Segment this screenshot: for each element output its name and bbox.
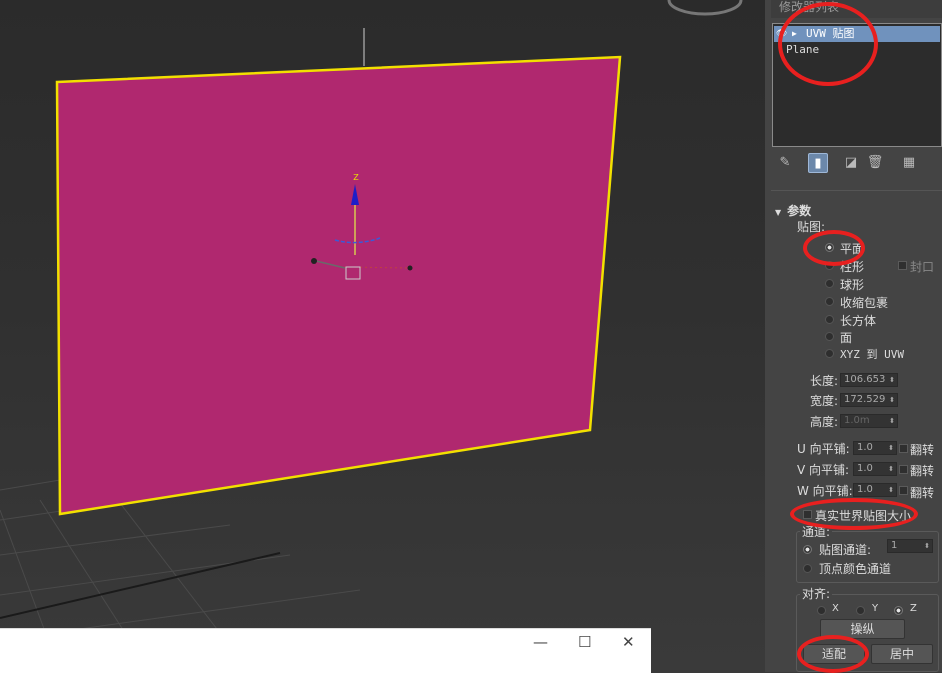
radio-align-z[interactable] bbox=[894, 606, 903, 615]
label-shrink-wrap: 收缩包裹 bbox=[840, 296, 889, 310]
v-flip-label: 翻转 bbox=[910, 464, 935, 478]
manipulate-button[interactable]: 操纵 bbox=[820, 619, 905, 639]
show-end-result-icon[interactable]: ▮ bbox=[808, 153, 828, 173]
width-value: 172.529 bbox=[844, 394, 886, 405]
w-tile-spinner[interactable]: 1.0 ⬍ bbox=[853, 483, 897, 497]
radio-align-y[interactable] bbox=[856, 606, 865, 615]
radio-cylindrical[interactable] bbox=[825, 261, 834, 270]
expand-arrow-icon[interactable]: ▶ bbox=[792, 26, 797, 42]
u-flip-label: 翻转 bbox=[910, 443, 935, 457]
label-spherical: 球形 bbox=[840, 278, 865, 292]
spinner-arrows-icon[interactable]: ⬍ bbox=[888, 484, 894, 496]
radio-spherical[interactable] bbox=[825, 279, 834, 288]
modify-panel: 修改器列表 👁 ▶ UVW 贴图 Plane ✎ ▮ ◪ 🗑 ▦ ▼ 参数 贴图:… bbox=[765, 0, 942, 672]
collapse-arrow-icon: ▼ bbox=[775, 208, 782, 217]
real-world-label: 真实世界贴图大小 bbox=[815, 509, 912, 523]
label-cap: 封口 bbox=[910, 260, 935, 274]
label-face: 面 bbox=[840, 331, 853, 345]
radio-planar[interactable] bbox=[825, 243, 834, 252]
radio-vertex-color-channel[interactable] bbox=[803, 564, 812, 573]
fit-button[interactable]: 适配 bbox=[803, 644, 865, 664]
width-label: 宽度: bbox=[810, 394, 839, 408]
w-flip-label: 翻转 bbox=[910, 486, 935, 500]
gizmo-z-label: Z bbox=[353, 173, 359, 182]
radio-align-x[interactable] bbox=[817, 606, 826, 615]
stack-item-label: Plane bbox=[786, 43, 820, 56]
w-tile-label: W 向平铺: bbox=[797, 484, 853, 498]
spinner-arrows-icon[interactable]: ⬍ bbox=[924, 540, 930, 552]
u-flip-checkbox[interactable] bbox=[899, 444, 908, 453]
radio-face[interactable] bbox=[825, 332, 834, 341]
make-unique-icon[interactable]: ◪ bbox=[841, 153, 861, 173]
configure-icon[interactable]: ▦ bbox=[899, 153, 919, 173]
map-channel-label: 贴图通道: bbox=[819, 543, 872, 557]
stack-item-plane[interactable]: Plane bbox=[774, 42, 940, 58]
view-cube-ring[interactable] bbox=[667, 0, 743, 16]
eye-icon[interactable]: 👁 bbox=[776, 26, 787, 42]
u-tile-value: 1.0 bbox=[857, 442, 873, 453]
label-planar: 平面 bbox=[840, 242, 865, 256]
center-button[interactable]: 居中 bbox=[871, 644, 933, 664]
minimize-icon[interactable]: — bbox=[533, 633, 548, 651]
height-spinner[interactable]: 1.0m ⬍ bbox=[840, 414, 898, 428]
alignment-group-title: 对齐: bbox=[800, 585, 833, 602]
v-tile-label: V 向平铺: bbox=[797, 463, 850, 477]
modifier-list-dropdown[interactable]: 修改器列表 bbox=[771, 0, 942, 18]
w-tile-value: 1.0 bbox=[857, 484, 873, 495]
spinner-arrows-icon[interactable]: ⬍ bbox=[888, 442, 894, 454]
length-label: 长度: bbox=[810, 374, 839, 388]
viewport-canvas[interactable]: Z bbox=[0, 0, 765, 672]
vertex-color-label: 顶点颜色通道 bbox=[819, 562, 892, 576]
radio-map-channel[interactable] bbox=[803, 545, 812, 554]
panel-divider bbox=[771, 190, 942, 191]
cap-checkbox[interactable] bbox=[898, 261, 907, 270]
radio-box[interactable] bbox=[825, 315, 834, 324]
stack-toolbar: ✎ ▮ ◪ 🗑 ▦ bbox=[771, 150, 942, 178]
spinner-arrows-icon[interactable]: ⬍ bbox=[889, 415, 895, 427]
label-cylindrical: 柱形 bbox=[840, 260, 865, 274]
align-y-label: Y bbox=[872, 603, 879, 614]
grid-axis-line bbox=[0, 552, 281, 619]
spinner-arrows-icon[interactable]: ⬍ bbox=[888, 463, 894, 475]
modifier-stack[interactable]: 👁 ▶ UVW 贴图 Plane bbox=[772, 23, 942, 147]
height-value: 1.0m bbox=[844, 415, 870, 426]
align-z-label: Z bbox=[910, 603, 917, 614]
channel-group-title: 通道: bbox=[800, 523, 833, 540]
w-flip-checkbox[interactable] bbox=[899, 486, 908, 495]
map-channel-value: 1 bbox=[891, 540, 898, 551]
parameters-rollout[interactable]: ▼ 参数 bbox=[775, 202, 811, 219]
v-tile-spinner[interactable]: 1.0 ⬍ bbox=[853, 462, 897, 476]
label-xyz-to-uvw: XYZ 到 UVW bbox=[840, 348, 904, 361]
label-box: 长方体 bbox=[840, 314, 877, 328]
map-channel-spinner[interactable]: 1 ⬍ bbox=[887, 539, 933, 553]
viewport[interactable]: Z bbox=[0, 0, 765, 672]
length-value: 106.653 bbox=[844, 374, 886, 385]
mapping-label: 贴图: bbox=[797, 220, 826, 234]
u-tile-spinner[interactable]: 1.0 ⬍ bbox=[853, 441, 897, 455]
height-label: 高度: bbox=[810, 415, 839, 429]
stack-item-uvw-map[interactable]: 👁 ▶ UVW 贴图 bbox=[774, 26, 940, 42]
real-world-checkbox[interactable] bbox=[803, 510, 812, 519]
v-tile-value: 1.0 bbox=[857, 463, 873, 474]
u-tile-label: U 向平铺: bbox=[797, 442, 850, 456]
spinner-arrows-icon[interactable]: ⬍ bbox=[889, 394, 895, 406]
spinner-arrows-icon[interactable]: ⬍ bbox=[889, 374, 895, 386]
stack-item-label: UVW 贴图 bbox=[806, 27, 855, 40]
rollout-title: 参数 bbox=[787, 204, 812, 218]
maximize-icon[interactable]: ☐ bbox=[578, 633, 591, 651]
plane-object[interactable] bbox=[55, 55, 622, 516]
v-flip-checkbox[interactable] bbox=[899, 465, 908, 474]
radio-shrink-wrap[interactable] bbox=[825, 297, 834, 306]
remove-modifier-icon[interactable]: 🗑 bbox=[865, 153, 885, 173]
length-spinner[interactable]: 106.653 ⬍ bbox=[840, 373, 898, 387]
width-spinner[interactable]: 172.529 ⬍ bbox=[840, 393, 898, 407]
radio-xyz-to-uvw[interactable] bbox=[825, 349, 834, 358]
pin-icon[interactable]: ✎ bbox=[775, 153, 795, 173]
close-icon[interactable]: ✕ bbox=[622, 633, 635, 651]
align-x-label: X bbox=[832, 603, 839, 614]
popup-window: — ☐ ✕ bbox=[0, 628, 651, 673]
